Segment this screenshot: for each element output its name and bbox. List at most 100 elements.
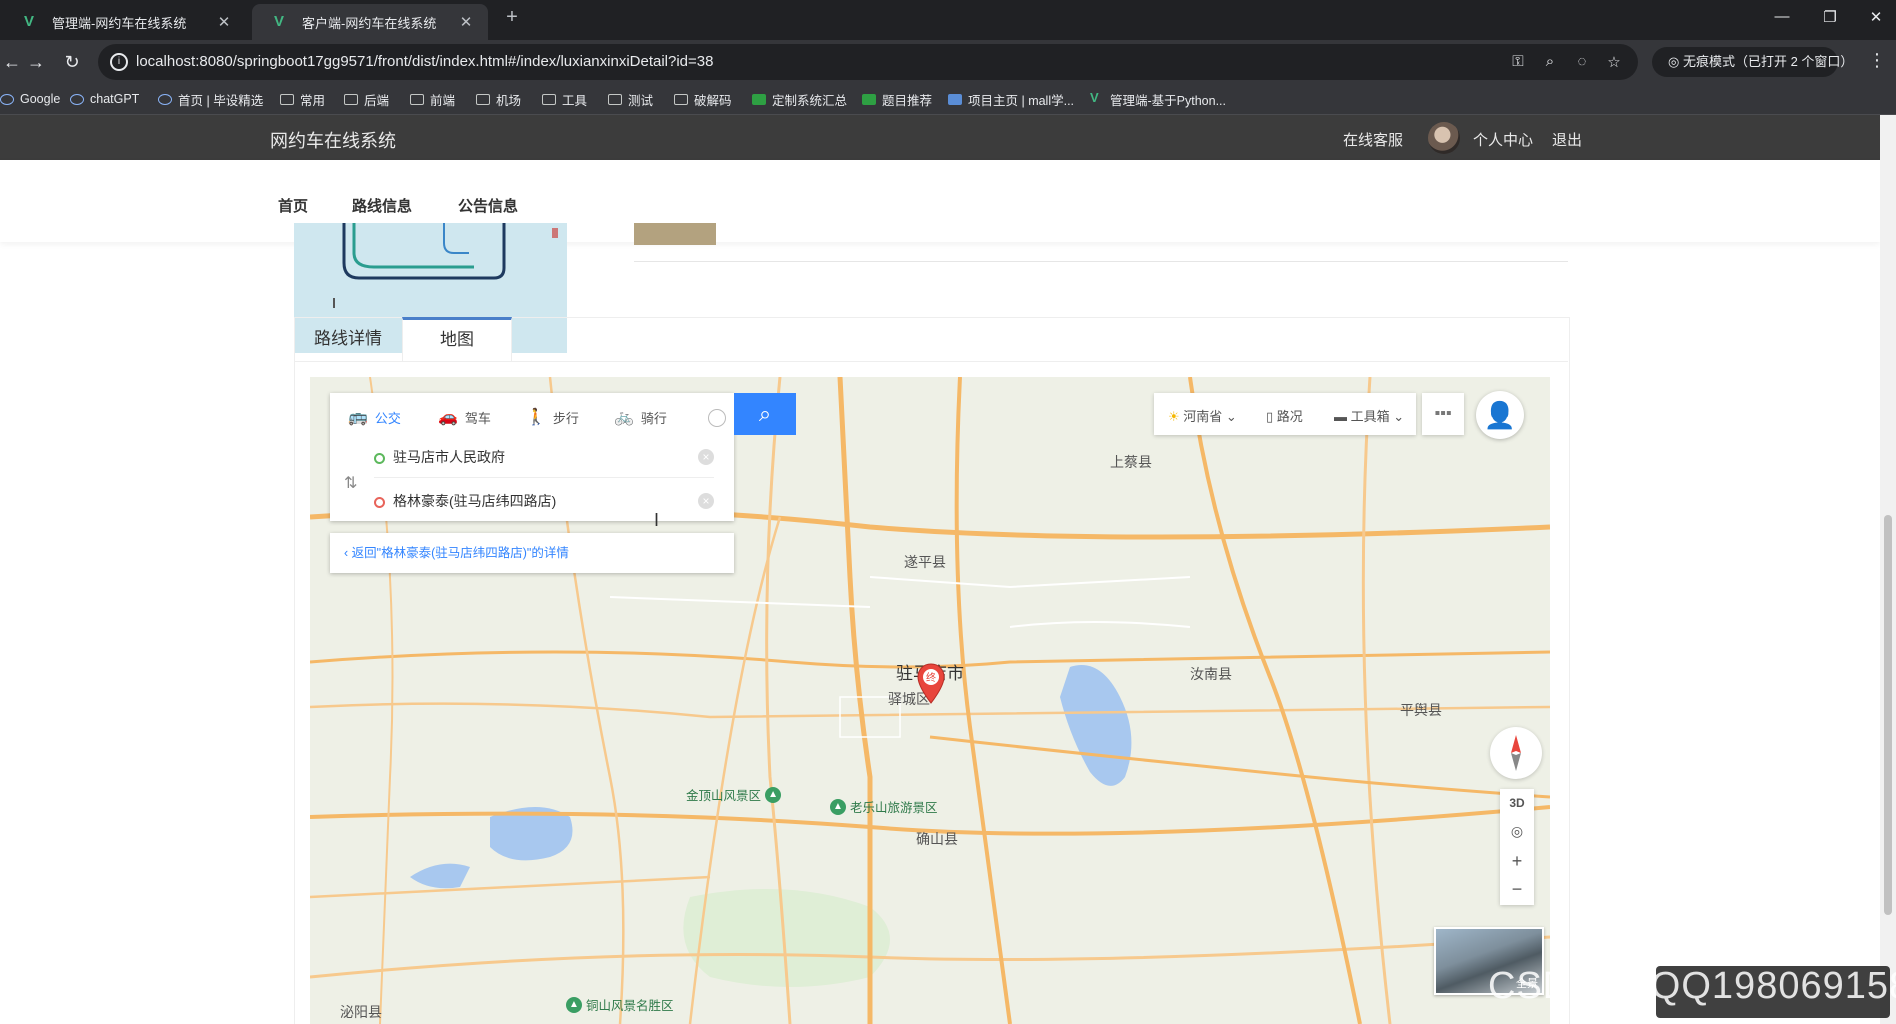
menu-kebab-icon[interactable]: ⋮ (1868, 50, 1886, 71)
start-location-field[interactable]: 驻马店市人民政府 × (374, 437, 714, 477)
start-dot-icon (374, 452, 385, 464)
zoom-in-button[interactable]: + (1500, 847, 1534, 875)
avatar[interactable] (1428, 122, 1460, 154)
map-label-pingyu: 平舆县 (1400, 702, 1442, 718)
eye-off-icon[interactable]: ◌ (1572, 53, 1592, 70)
detail-action-button[interactable] (634, 223, 716, 245)
browser-toolbar: ← → ↻ i localhost:8080/springboot17gg957… (0, 40, 1896, 84)
bookmark-topics[interactable]: 题目推荐 (862, 90, 932, 108)
site-header: 网约车在线系统 在线客服 个人中心 退出 (0, 115, 1896, 160)
chevron-down-icon: ⌄ (1389, 409, 1405, 424)
end-location-field[interactable]: 格林豪泰(驻马店纬四路店) × (374, 481, 714, 521)
bus-icon: 🚌 (348, 409, 368, 426)
sun-icon: ☀ (1168, 409, 1184, 424)
bookmark-folder-airport[interactable]: 机场 (476, 90, 521, 108)
end-location-text[interactable]: 格林豪泰(驻马店纬四路店) (393, 493, 556, 509)
bookmark-custom-systems[interactable]: 定制系统汇总 (752, 90, 847, 108)
bookmark-folder-backend[interactable]: 后端 (344, 90, 389, 108)
url-text[interactable]: localhost:8080/springboot17gg9571/front/… (136, 53, 713, 70)
bookmark-mall[interactable]: 项目主页 | mall学... (948, 90, 1074, 108)
mode-walk[interactable]: 🚶 步行 (526, 407, 579, 427)
user-icon[interactable]: 👤 (1476, 391, 1524, 439)
toolbox-menu[interactable]: ▬ 工具箱 ⌄ (1334, 406, 1404, 425)
text-cursor-icon: I (654, 510, 660, 530)
tab-map[interactable]: 地图 (402, 317, 512, 361)
nav-routes[interactable]: 路线信息 (352, 195, 412, 216)
nav-home[interactable]: 首页 (278, 195, 308, 216)
incognito-icon: ◎ (1668, 54, 1683, 69)
new-tab-button[interactable]: + (500, 6, 524, 32)
close-icon[interactable]: ✕ (456, 13, 476, 31)
logout-link[interactable]: 退出 (1552, 129, 1582, 150)
reload-icon[interactable]: ↻ (60, 50, 84, 74)
scrollbar-thumb[interactable] (1884, 515, 1892, 915)
site-info-icon[interactable]: i (110, 53, 128, 71)
compass-icon[interactable] (1490, 727, 1542, 779)
search-icon: ⌕ (758, 401, 772, 426)
clear-start-icon[interactable]: × (698, 449, 714, 465)
walk-icon: 🚶 (526, 409, 546, 426)
route-search-button[interactable]: ⌕ (734, 393, 796, 435)
browser-tab-admin[interactable]: V 管理端-网约车在线系统 ✕ (2, 4, 246, 40)
bookmark-google[interactable]: Google (0, 90, 60, 108)
bookmark-folder-common[interactable]: 常用 (280, 90, 325, 108)
close-icon[interactable]: ✕ (214, 13, 234, 31)
site-icon (158, 93, 172, 105)
map-toolbar: ☀ 河南省 ⌄ ▯ 路况 ▬ 工具箱 ⌄ (1154, 393, 1416, 435)
swap-icon[interactable]: ⇅ (344, 473, 357, 493)
forward-arrow-icon[interactable]: → (24, 50, 48, 74)
sheet-icon (752, 93, 766, 105)
watermark-text: CSDN @QQ1980691580 (1488, 965, 1896, 1007)
map-label-queshan: 确山县 (916, 831, 958, 847)
sheet-icon (862, 93, 876, 105)
minimize-icon[interactable]: — (1770, 8, 1794, 25)
mode-bus[interactable]: 🚌 公交 (348, 407, 401, 427)
nav-notices[interactable]: 公告信息 (458, 195, 518, 216)
bookmark-folder-crack[interactable]: 破解码 (674, 90, 732, 108)
chatgpt-icon (70, 93, 84, 105)
bookmark-folder-frontend[interactable]: 前端 (410, 90, 455, 108)
bookmark-folder-test[interactable]: 测试 (608, 90, 653, 108)
car-icon: 🚗 (438, 409, 458, 426)
key-icon[interactable]: ⚿ (1508, 53, 1528, 70)
start-location-text[interactable]: 驻马店市人民政府 (393, 449, 505, 465)
chevron-down-icon: ⌄ (1222, 409, 1237, 424)
customer-service-link[interactable]: 在线客服 (1343, 129, 1403, 150)
scenic-area-icon: ▲ (765, 786, 782, 803)
zoom-icon[interactable]: ⌕ (1540, 53, 1560, 70)
window-close-icon[interactable]: ✕ (1864, 8, 1888, 26)
baidu-map[interactable]: 上蔡县 遂平县 驻马店市 驿城区 汝南县 平舆县 确山县 泌阳县 金顶山风景区▲… (310, 377, 1550, 1024)
restore-icon[interactable]: ❐ (1818, 8, 1842, 26)
folder-icon (344, 93, 358, 105)
zoom-out-button[interactable]: − (1500, 875, 1534, 903)
bookmark-admin-python[interactable]: V 管理端-基于Python... (1090, 90, 1226, 108)
message-icon[interactable]: ▪▪▪ (1422, 393, 1464, 435)
mode-bike[interactable]: 🚲 骑行 (614, 407, 667, 427)
incognito-indicator[interactable]: ◎ 无痕模式（已打开 2 个窗口） (1652, 47, 1853, 77)
poi-jindingshan[interactable]: 金顶山风景区 ▲ (686, 785, 785, 804)
tab-route-detail[interactable]: 路线详情 (294, 317, 402, 361)
back-to-detail-link[interactable]: ‹ 返回"格林豪泰(驻马店纬四路店)"的详情 (330, 533, 734, 573)
loading-spinner-icon (708, 409, 726, 427)
bookmark-folder-tools[interactable]: 工具 (542, 90, 587, 108)
destination-marker-icon[interactable]: 终 (916, 663, 946, 705)
bookmark-biye[interactable]: 首页 | 毕设精选 (158, 90, 263, 108)
mode-drive[interactable]: 🚗 驾车 (438, 407, 491, 427)
browser-tab-client[interactable]: V 客户端-网约车在线系统 ✕ (252, 4, 488, 40)
poi-laoleshan[interactable]: ▲ 老乐山旅游景区 (830, 797, 938, 816)
page-scrollbar[interactable] (1880, 115, 1896, 1024)
folder-icon (542, 93, 556, 105)
back-arrow-icon[interactable]: ← (0, 50, 24, 74)
bookmark-star-icon[interactable]: ☆ (1604, 53, 1624, 71)
address-bar[interactable]: i localhost:8080/springboot17gg9571/fron… (98, 44, 1638, 80)
region-selector[interactable]: ☀ 河南省 ⌄ (1168, 406, 1237, 425)
clear-end-icon[interactable]: × (698, 493, 714, 509)
folder-icon (280, 93, 294, 105)
locate-icon[interactable]: ◎ (1500, 817, 1534, 845)
scenic-area-icon: ▲ (566, 996, 582, 1013)
traffic-toggle[interactable]: ▯ 路况 (1266, 406, 1303, 425)
profile-link[interactable]: 个人中心 (1473, 129, 1533, 150)
3d-toggle[interactable]: 3D (1500, 789, 1534, 817)
bookmark-chatgpt[interactable]: chatGPT (70, 90, 139, 108)
poi-tongshan[interactable]: ▲ 铜山风景名胜区 (566, 995, 674, 1014)
